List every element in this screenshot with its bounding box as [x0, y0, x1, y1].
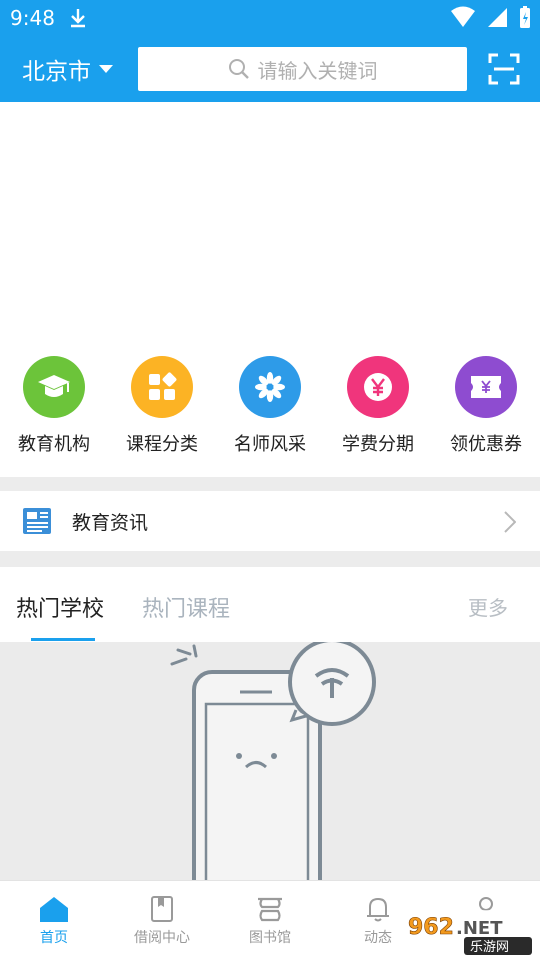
library-icon [258, 897, 282, 922]
status-time: 9:48 [10, 6, 55, 30]
nav-label: 首页 [40, 930, 68, 946]
chevron-right-icon [504, 511, 516, 533]
news-icon [23, 508, 51, 534]
caret-down-icon [99, 65, 113, 73]
quick-item-label: 课程分类 [126, 434, 198, 455]
quick-item-education-institutions[interactable]: 教育机构 [0, 352, 108, 472]
home-icon [40, 897, 68, 922]
tab-indicator [31, 638, 95, 641]
search-icon [228, 59, 249, 79]
nav-label: 图书馆 [249, 930, 291, 946]
top-bar: 9:48 北京市 请输入关键词 [0, 0, 540, 102]
scan-icon[interactable] [488, 53, 520, 85]
quick-item-course-categories[interactable]: 课程分类 [108, 352, 216, 472]
book-icon [151, 896, 173, 922]
section-divider [0, 477, 540, 491]
search-placeholder: 请输入关键词 [257, 58, 378, 83]
bell-icon [367, 897, 389, 922]
svg-text:.NET: .NET [456, 918, 503, 939]
nav-home[interactable]: 首页 [0, 881, 108, 960]
nav-borrowing-center[interactable]: 借阅中心 [108, 881, 216, 960]
quick-menu: 教育机构 课程分类 名师风采 学费分期 领优惠券 [0, 352, 540, 472]
quick-item-label: 名师风采 [234, 434, 306, 455]
quick-item-famous-teachers[interactable]: 名师风采 [216, 352, 324, 472]
no-network-illustration [170, 642, 376, 882]
graduation-cap-icon [23, 356, 85, 418]
nav-label: 借阅中心 [134, 930, 190, 946]
coupon-icon [455, 356, 517, 418]
nav-library[interactable]: 图书馆 [216, 881, 324, 960]
battery-icon [520, 6, 530, 28]
section-divider [0, 551, 540, 567]
news-label: 教育资讯 [72, 511, 149, 534]
city-label: 北京市 [22, 59, 91, 85]
search-input[interactable]: 请输入关键词 [138, 47, 467, 91]
city-selector[interactable]: 北京市 [22, 52, 113, 86]
flower-icon [239, 356, 301, 418]
education-news-row[interactable]: 教育资讯 [0, 491, 540, 551]
quick-item-tuition-installment[interactable]: 学费分期 [324, 352, 432, 472]
site-watermark-logo: 962 .NET 乐游网 [402, 910, 534, 956]
status-bar: 9:48 [0, 0, 540, 36]
category-grid-icon [131, 356, 193, 418]
tab-hot-courses[interactable]: 热门课程 [142, 591, 230, 623]
svg-text:962: 962 [408, 915, 454, 940]
banner-area[interactable] [0, 102, 540, 342]
quick-item-get-coupons[interactable]: 领优惠券 [432, 352, 540, 472]
nav-label: 动态 [364, 930, 392, 946]
tab-hot-schools[interactable]: 热门学校 [16, 591, 104, 623]
yen-icon [347, 356, 409, 418]
quick-item-label: 教育机构 [18, 434, 90, 455]
more-link[interactable]: 更多 [468, 592, 508, 621]
svg-text:乐游网: 乐游网 [470, 940, 509, 955]
signal-icon [488, 8, 507, 27]
quick-item-label: 领优惠券 [450, 434, 522, 455]
download-icon [71, 9, 85, 28]
status-icons [450, 5, 532, 29]
empty-state [0, 642, 540, 882]
quick-item-label: 学费分期 [342, 434, 414, 455]
wifi-icon [451, 6, 475, 27]
tabs-bar: 热门学校 热门课程 更多 [0, 567, 540, 642]
